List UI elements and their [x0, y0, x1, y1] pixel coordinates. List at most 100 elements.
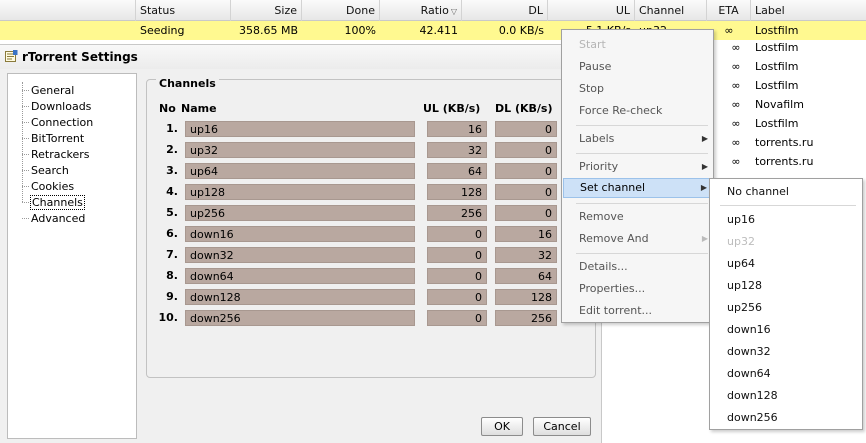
tree-line: [22, 218, 29, 219]
channel-name-input[interactable]: down64: [185, 268, 415, 284]
submenu-item-no-channel[interactable]: No channel: [711, 181, 861, 203]
channel-ul-input[interactable]: 128: [427, 184, 487, 200]
nav-item-search[interactable]: Search: [30, 163, 70, 178]
column-header-label[interactable]: Label: [751, 0, 866, 21]
nav-item-downloads[interactable]: Downloads: [30, 99, 92, 114]
column-header-done[interactable]: Done: [302, 0, 380, 21]
channel-dl-input[interactable]: 0: [495, 163, 557, 179]
nav-item-bittorrent[interactable]: BitTorrent: [30, 131, 85, 146]
set-channel-submenu: No channel up16 up32 up64 up128 up256 do…: [709, 178, 863, 430]
submenu-item-channel[interactable]: down128: [711, 385, 861, 407]
channel-dl-input[interactable]: 0: [495, 184, 557, 200]
channel-name-input[interactable]: up32: [185, 142, 415, 158]
submenu-item-channel[interactable]: up256: [711, 297, 861, 319]
torrent-label: Lostfilm: [755, 41, 799, 54]
column-header-dl[interactable]: DL: [462, 0, 548, 21]
channel-number: 9.: [166, 290, 178, 303]
channel-dl-input[interactable]: 0: [495, 205, 557, 221]
channel-row: 3. up64 64 0: [150, 163, 560, 179]
channel-ul-input[interactable]: 16: [427, 121, 487, 137]
menu-item-properties[interactable]: Properties...: [563, 279, 712, 299]
column-header-size[interactable]: Size: [231, 0, 302, 21]
channel-ul-input[interactable]: 0: [427, 289, 487, 305]
channel-row: 6. down16 0 16: [150, 226, 560, 242]
submenu-item-channel[interactable]: up16: [711, 209, 861, 231]
menu-item-pause[interactable]: Pause: [563, 57, 712, 77]
menu-separator: [576, 153, 708, 154]
ok-button[interactable]: OK: [481, 417, 523, 436]
submenu-arrow-icon: ▶: [700, 183, 707, 192]
channel-name-input[interactable]: down128: [185, 289, 415, 305]
channel-name-input[interactable]: up16: [185, 121, 415, 137]
channel-dl-input[interactable]: 16: [495, 226, 557, 242]
column-header-dl: DL (KB/s): [495, 102, 553, 115]
channel-ul-input[interactable]: 256: [427, 205, 487, 221]
channel-name-input[interactable]: up256: [185, 205, 415, 221]
channel-row: 4. up128 128 0: [150, 184, 560, 200]
submenu-item-channel[interactable]: down32: [711, 341, 861, 363]
menu-item-edit-torrent[interactable]: Edit torrent...: [563, 301, 712, 321]
channel-name-input[interactable]: up64: [185, 163, 415, 179]
submenu-item-channel[interactable]: down64: [711, 363, 861, 385]
menu-item-remove-and[interactable]: Remove And ▶: [563, 229, 712, 249]
menu-item-remove[interactable]: Remove: [563, 207, 712, 227]
menu-item-start[interactable]: Start: [563, 35, 712, 55]
submenu-item-channel[interactable]: down16: [711, 319, 861, 341]
channel-row: 8. down64 0 64: [150, 268, 560, 284]
channel-name-input[interactable]: up128: [185, 184, 415, 200]
column-header-eta[interactable]: ETA: [707, 0, 751, 21]
channel-ul-input[interactable]: 0: [427, 268, 487, 284]
nav-item-cookies[interactable]: Cookies: [30, 179, 75, 194]
nav-item-retrackers[interactable]: Retrackers: [30, 147, 91, 162]
channel-name-input[interactable]: down256: [185, 310, 415, 326]
channel-name-input[interactable]: down16: [185, 226, 415, 242]
channel-ul-input[interactable]: 0: [427, 310, 487, 326]
submenu-item-channel[interactable]: up128: [711, 275, 861, 297]
channel-dl-input[interactable]: 0: [495, 121, 557, 137]
cancel-button[interactable]: Cancel: [533, 417, 591, 436]
tree-line: [22, 138, 29, 139]
channel-ul-input[interactable]: 64: [427, 163, 487, 179]
menu-item-labels[interactable]: Labels ▶: [563, 129, 712, 149]
settings-window-icon: [5, 50, 18, 62]
channel-number: 8.: [166, 269, 178, 282]
channel-dl-input[interactable]: 256: [495, 310, 557, 326]
channel-ul-input[interactable]: 0: [427, 226, 487, 242]
nav-item-general[interactable]: General: [30, 83, 75, 98]
menu-item-details[interactable]: Details...: [563, 257, 712, 277]
torrent-label: Lostfilm: [755, 79, 799, 92]
column-header-ul: UL (KB/s): [423, 102, 481, 115]
torrent-list-header: Status Size Done Ratio ▽ DL UL Channel ET…: [0, 0, 866, 21]
column-header-ul[interactable]: UL: [548, 0, 635, 21]
settings-titlebar[interactable]: rTorrent Settings: [0, 45, 600, 69]
column-header-name[interactable]: [0, 0, 136, 21]
channel-number: 6.: [166, 227, 178, 240]
channel-dl-input[interactable]: 32: [495, 247, 557, 263]
menu-item-set-channel[interactable]: Set channel ▶: [563, 178, 712, 198]
menu-item-force-recheck[interactable]: Force Re-check: [563, 101, 712, 121]
channel-dl-input[interactable]: 64: [495, 268, 557, 284]
column-header-channel[interactable]: Channel: [635, 0, 707, 21]
column-header-status[interactable]: Status: [136, 0, 231, 21]
tree-line: [22, 170, 29, 171]
settings-nav-tree: General Downloads Connection BitTorrent …: [7, 73, 137, 439]
channel-ul-input[interactable]: 0: [427, 247, 487, 263]
torrent-label: torrents.ru: [755, 155, 814, 168]
column-header-ratio[interactable]: Ratio ▽: [380, 0, 462, 21]
menu-item-priority[interactable]: Priority ▶: [563, 157, 712, 177]
submenu-item-channel[interactable]: up64: [711, 253, 861, 275]
menu-item-priority-text: Priority: [579, 160, 619, 173]
submenu-item-channel[interactable]: down256: [711, 407, 861, 429]
settings-title: rTorrent Settings: [22, 50, 138, 64]
sort-descending-icon: ▽: [450, 7, 457, 16]
nav-item-connection[interactable]: Connection: [30, 115, 94, 130]
menu-item-stop[interactable]: Stop: [563, 79, 712, 99]
submenu-item-channel-current[interactable]: up32: [711, 231, 861, 253]
channel-dl-input[interactable]: 0: [495, 142, 557, 158]
channel-dl-input[interactable]: 128: [495, 289, 557, 305]
channel-name-input[interactable]: down32: [185, 247, 415, 263]
torrent-label: Lostfilm: [755, 117, 799, 130]
nav-item-advanced[interactable]: Advanced: [30, 211, 86, 226]
nav-item-channels[interactable]: Channels: [30, 195, 85, 210]
channel-ul-input[interactable]: 32: [427, 142, 487, 158]
